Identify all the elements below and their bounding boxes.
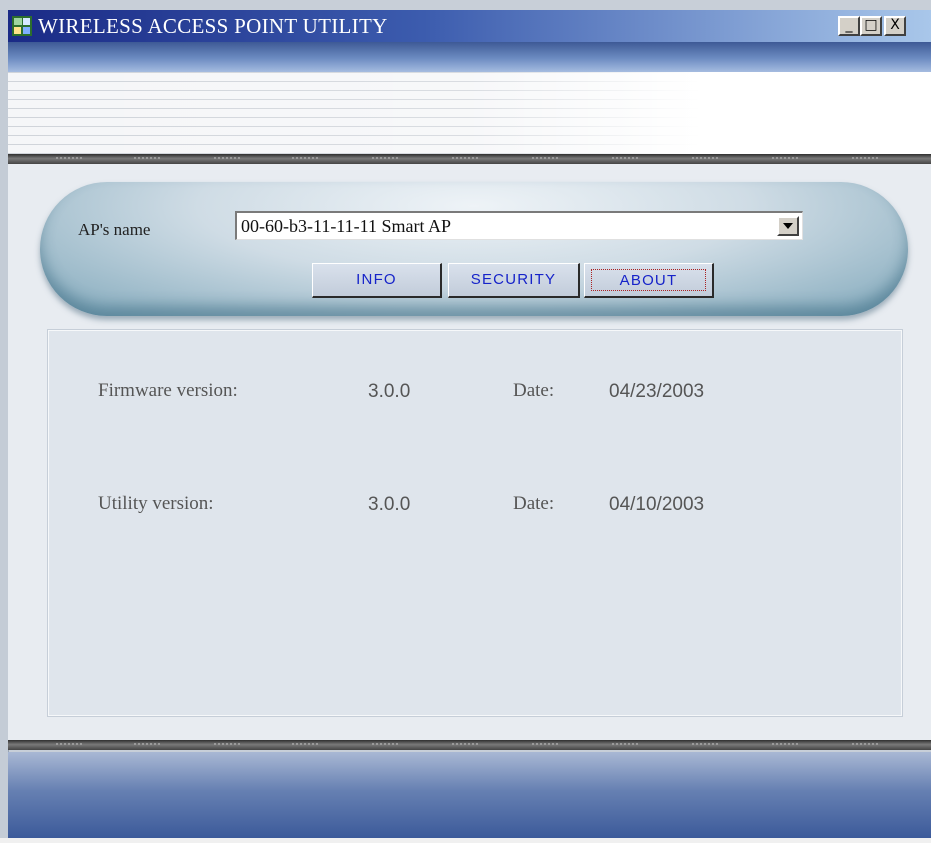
ap-name-dropdown[interactable]: 00-60-b3-11-11-11 Smart AP xyxy=(235,211,803,240)
tab-info[interactable]: INFO xyxy=(312,263,442,298)
minimize-icon[interactable]: _ xyxy=(838,16,860,36)
utility-date-label: Date: xyxy=(513,493,555,514)
footer-band xyxy=(8,752,931,838)
firmware-version-value: 3.0.0 xyxy=(368,381,411,402)
utility-date-value: 04/10/2003 xyxy=(609,494,705,515)
tab-about-label: ABOUT xyxy=(591,269,706,291)
bottom-rail-divider xyxy=(8,740,931,750)
tab-about[interactable]: ABOUT xyxy=(584,263,714,298)
firmware-version-label: Firmware version: xyxy=(98,380,238,401)
firmware-date-value: 04/23/2003 xyxy=(609,381,705,402)
ap-name-value: 00-60-b3-11-11-11 Smart AP xyxy=(241,216,451,236)
app-icon xyxy=(12,16,32,36)
title-bar[interactable]: WIRELESS ACCESS POINT UTILITY _ □ X xyxy=(8,10,931,42)
top-rail-divider xyxy=(8,154,931,164)
header-banner-fade xyxy=(8,72,931,154)
app-window: WIRELESS ACCESS POINT UTILITY _ □ X AP's… xyxy=(0,0,931,843)
maximize-icon[interactable]: □ xyxy=(860,16,882,36)
firmware-date-label: Date: xyxy=(513,380,555,401)
utility-version-label: Utility version: xyxy=(98,493,214,514)
window-title: WIRELESS ACCESS POINT UTILITY xyxy=(38,14,388,38)
dropdown-arrow-icon[interactable] xyxy=(777,216,799,236)
close-icon[interactable]: X xyxy=(884,16,906,36)
ap-name-label: AP's name xyxy=(78,220,151,239)
header-band xyxy=(8,42,931,74)
window-bottom-edge xyxy=(0,838,931,843)
utility-version-value: 3.0.0 xyxy=(368,494,411,515)
tab-security[interactable]: SECURITY xyxy=(448,263,580,298)
